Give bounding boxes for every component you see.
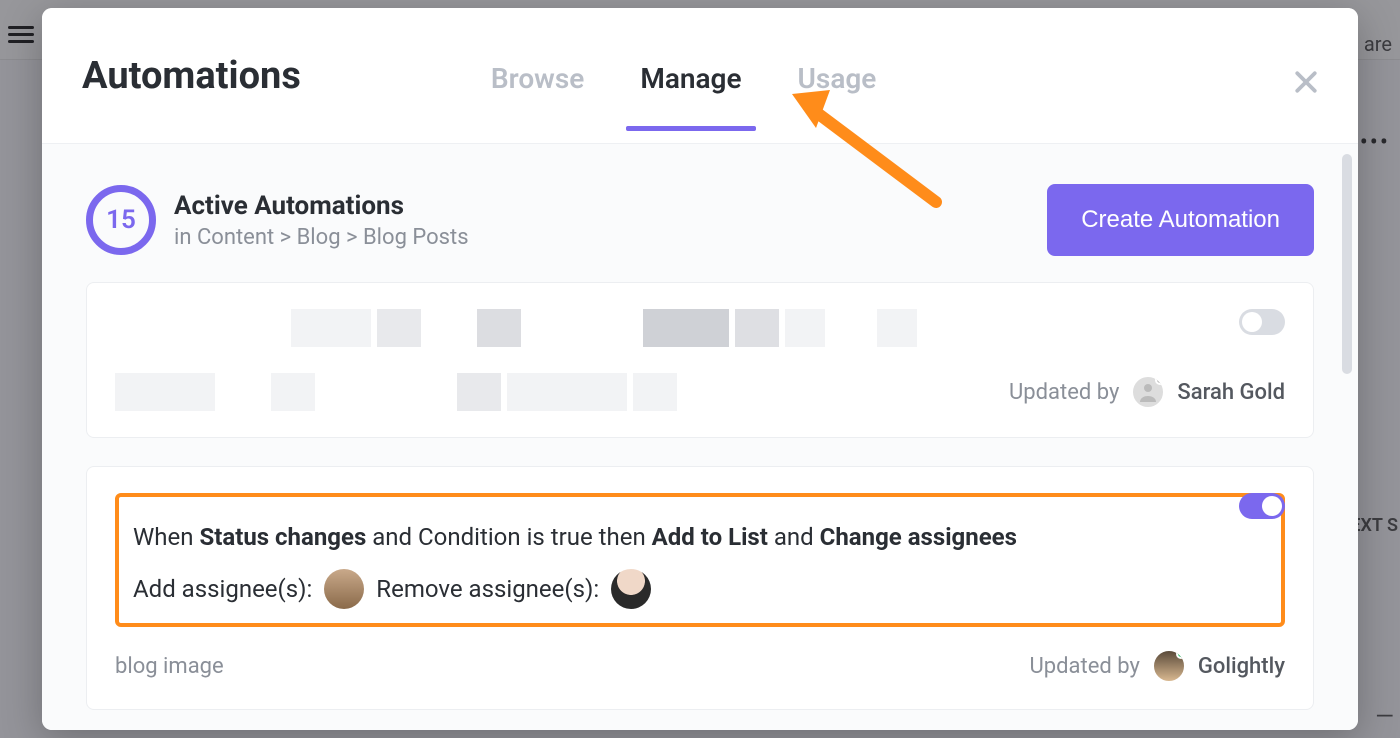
tab-browse[interactable]: Browse <box>491 62 584 129</box>
close-button[interactable] <box>1286 62 1326 102</box>
avatar <box>1131 375 1165 409</box>
updated-by-name: Golightly <box>1198 654 1285 679</box>
automation-toggle[interactable] <box>1239 493 1285 519</box>
card-tag: blog image <box>115 654 224 679</box>
assignee-avatar <box>324 569 364 609</box>
modal-header: Automations Browse Manage Usage <box>42 8 1358 144</box>
automation-card[interactable]: When Status changes and Condition is tru… <box>86 466 1314 710</box>
automations-modal: Automations Browse Manage Usage 15 Activ… <box>42 8 1358 730</box>
assignee-row: Add assignee(s): Remove assignee(s): <box>133 569 1267 609</box>
modal-title: Automations <box>82 54 301 98</box>
avatar <box>1152 649 1186 683</box>
rule-highlight: When Status changes and Condition is tru… <box>115 493 1285 627</box>
updated-by-label: Updated by <box>1030 654 1140 679</box>
breadcrumb: in Content > Blog > Blog Posts <box>174 225 469 250</box>
create-automation-button[interactable]: Create Automation <box>1047 184 1314 256</box>
automation-count-badge: 15 <box>86 185 156 255</box>
redacted-rule <box>115 309 1285 347</box>
modal-body: 15 Active Automations in Content > Blog … <box>42 144 1358 730</box>
rule-description: When Status changes and Condition is tru… <box>133 515 1267 559</box>
tab-manage[interactable]: Manage <box>640 62 741 129</box>
tabs: Browse Manage Usage <box>491 42 877 109</box>
redacted-rule: Updated by Sarah Gold <box>115 373 1285 411</box>
card-footer: blog image Updated by Golightly <box>115 649 1285 683</box>
remove-assignees-label: Remove assignee(s): <box>376 575 599 603</box>
assignee-avatar <box>611 569 651 609</box>
close-icon <box>1291 67 1321 97</box>
automation-card[interactable]: Updated by Sarah Gold <box>86 282 1314 438</box>
section-title: Active Automations <box>174 191 469 221</box>
updated-by-label: Updated by <box>1009 380 1119 405</box>
updated-by-name: Sarah Gold <box>1177 380 1285 405</box>
add-assignees-label: Add assignee(s): <box>133 575 312 603</box>
automation-toggle[interactable] <box>1239 309 1285 335</box>
scrollbar[interactable] <box>1342 154 1352 374</box>
section-header: 15 Active Automations in Content > Blog … <box>86 184 1314 256</box>
tab-usage[interactable]: Usage <box>798 62 877 129</box>
